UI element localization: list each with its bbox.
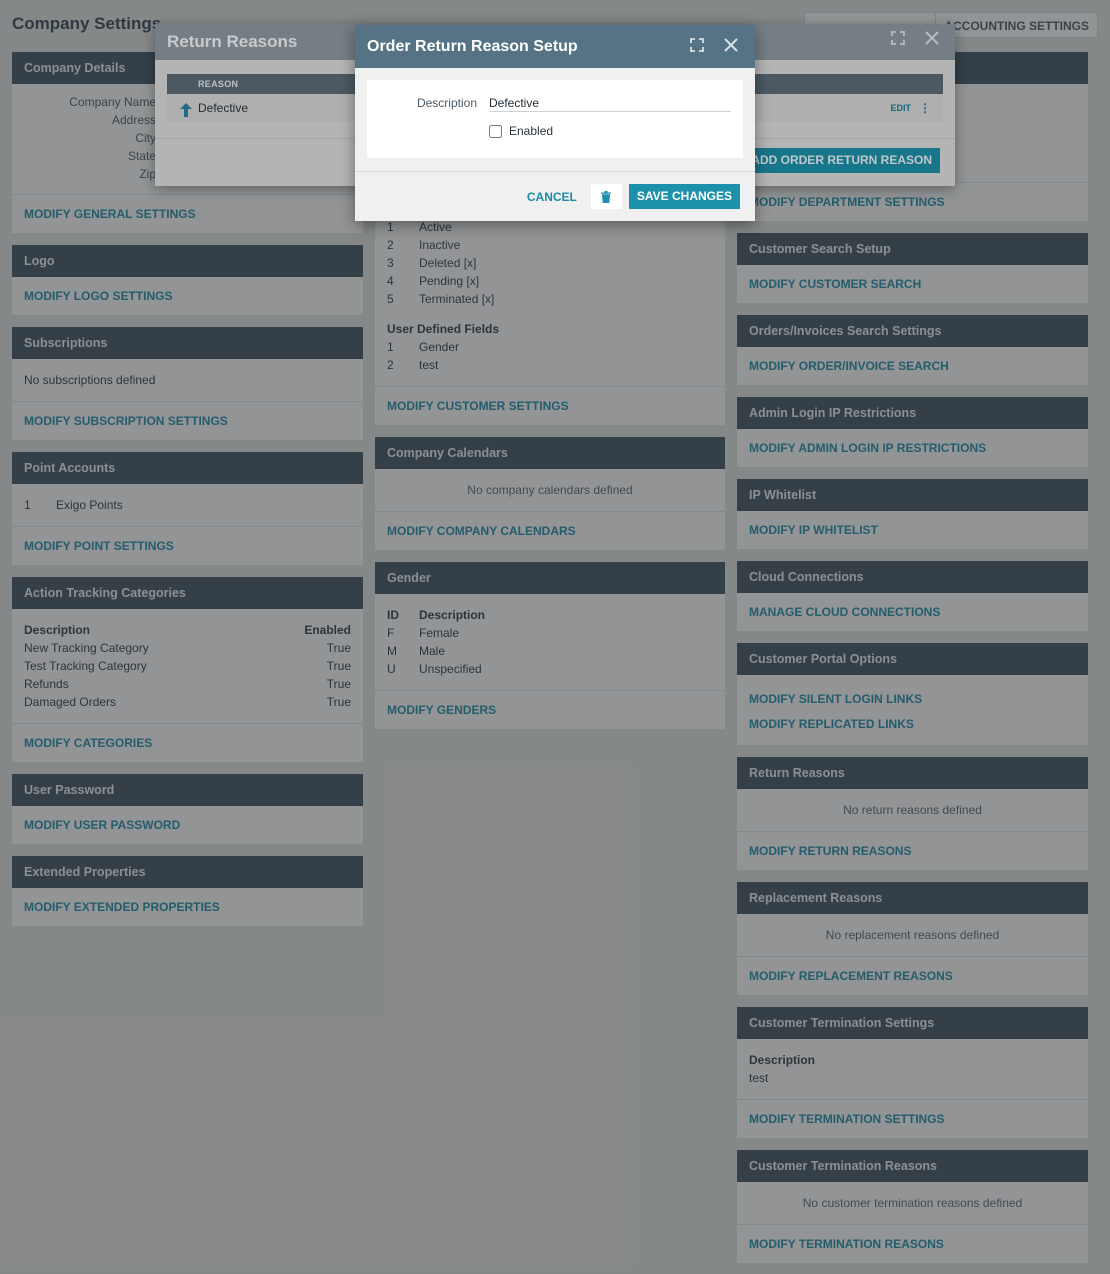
order-return-reason-setup-modal: Order Return Reason Setup Description En… [355, 25, 755, 221]
cancel-button[interactable]: CANCEL [527, 190, 577, 204]
modal-actions: CANCEL SAVE CHANGES [527, 184, 740, 209]
trash-icon [601, 190, 612, 203]
modal-divider [355, 171, 755, 172]
description-label: Description [416, 96, 477, 110]
save-changes-button[interactable]: SAVE CHANGES [628, 184, 740, 209]
close-icon[interactable] [721, 37, 741, 57]
delete-button[interactable] [590, 184, 622, 209]
modal-titlebar: Order Return Reason Setup [355, 25, 755, 68]
modal-title: Order Return Reason Setup [367, 38, 578, 55]
enabled-label: Enabled [509, 124, 554, 138]
description-input[interactable] [489, 90, 731, 112]
enabled-checkbox[interactable] [489, 124, 502, 138]
maximize-icon[interactable] [687, 37, 707, 57]
modal-form: Description Enabled [367, 80, 743, 158]
enabled-checkbox-row[interactable]: Enabled [489, 124, 553, 138]
